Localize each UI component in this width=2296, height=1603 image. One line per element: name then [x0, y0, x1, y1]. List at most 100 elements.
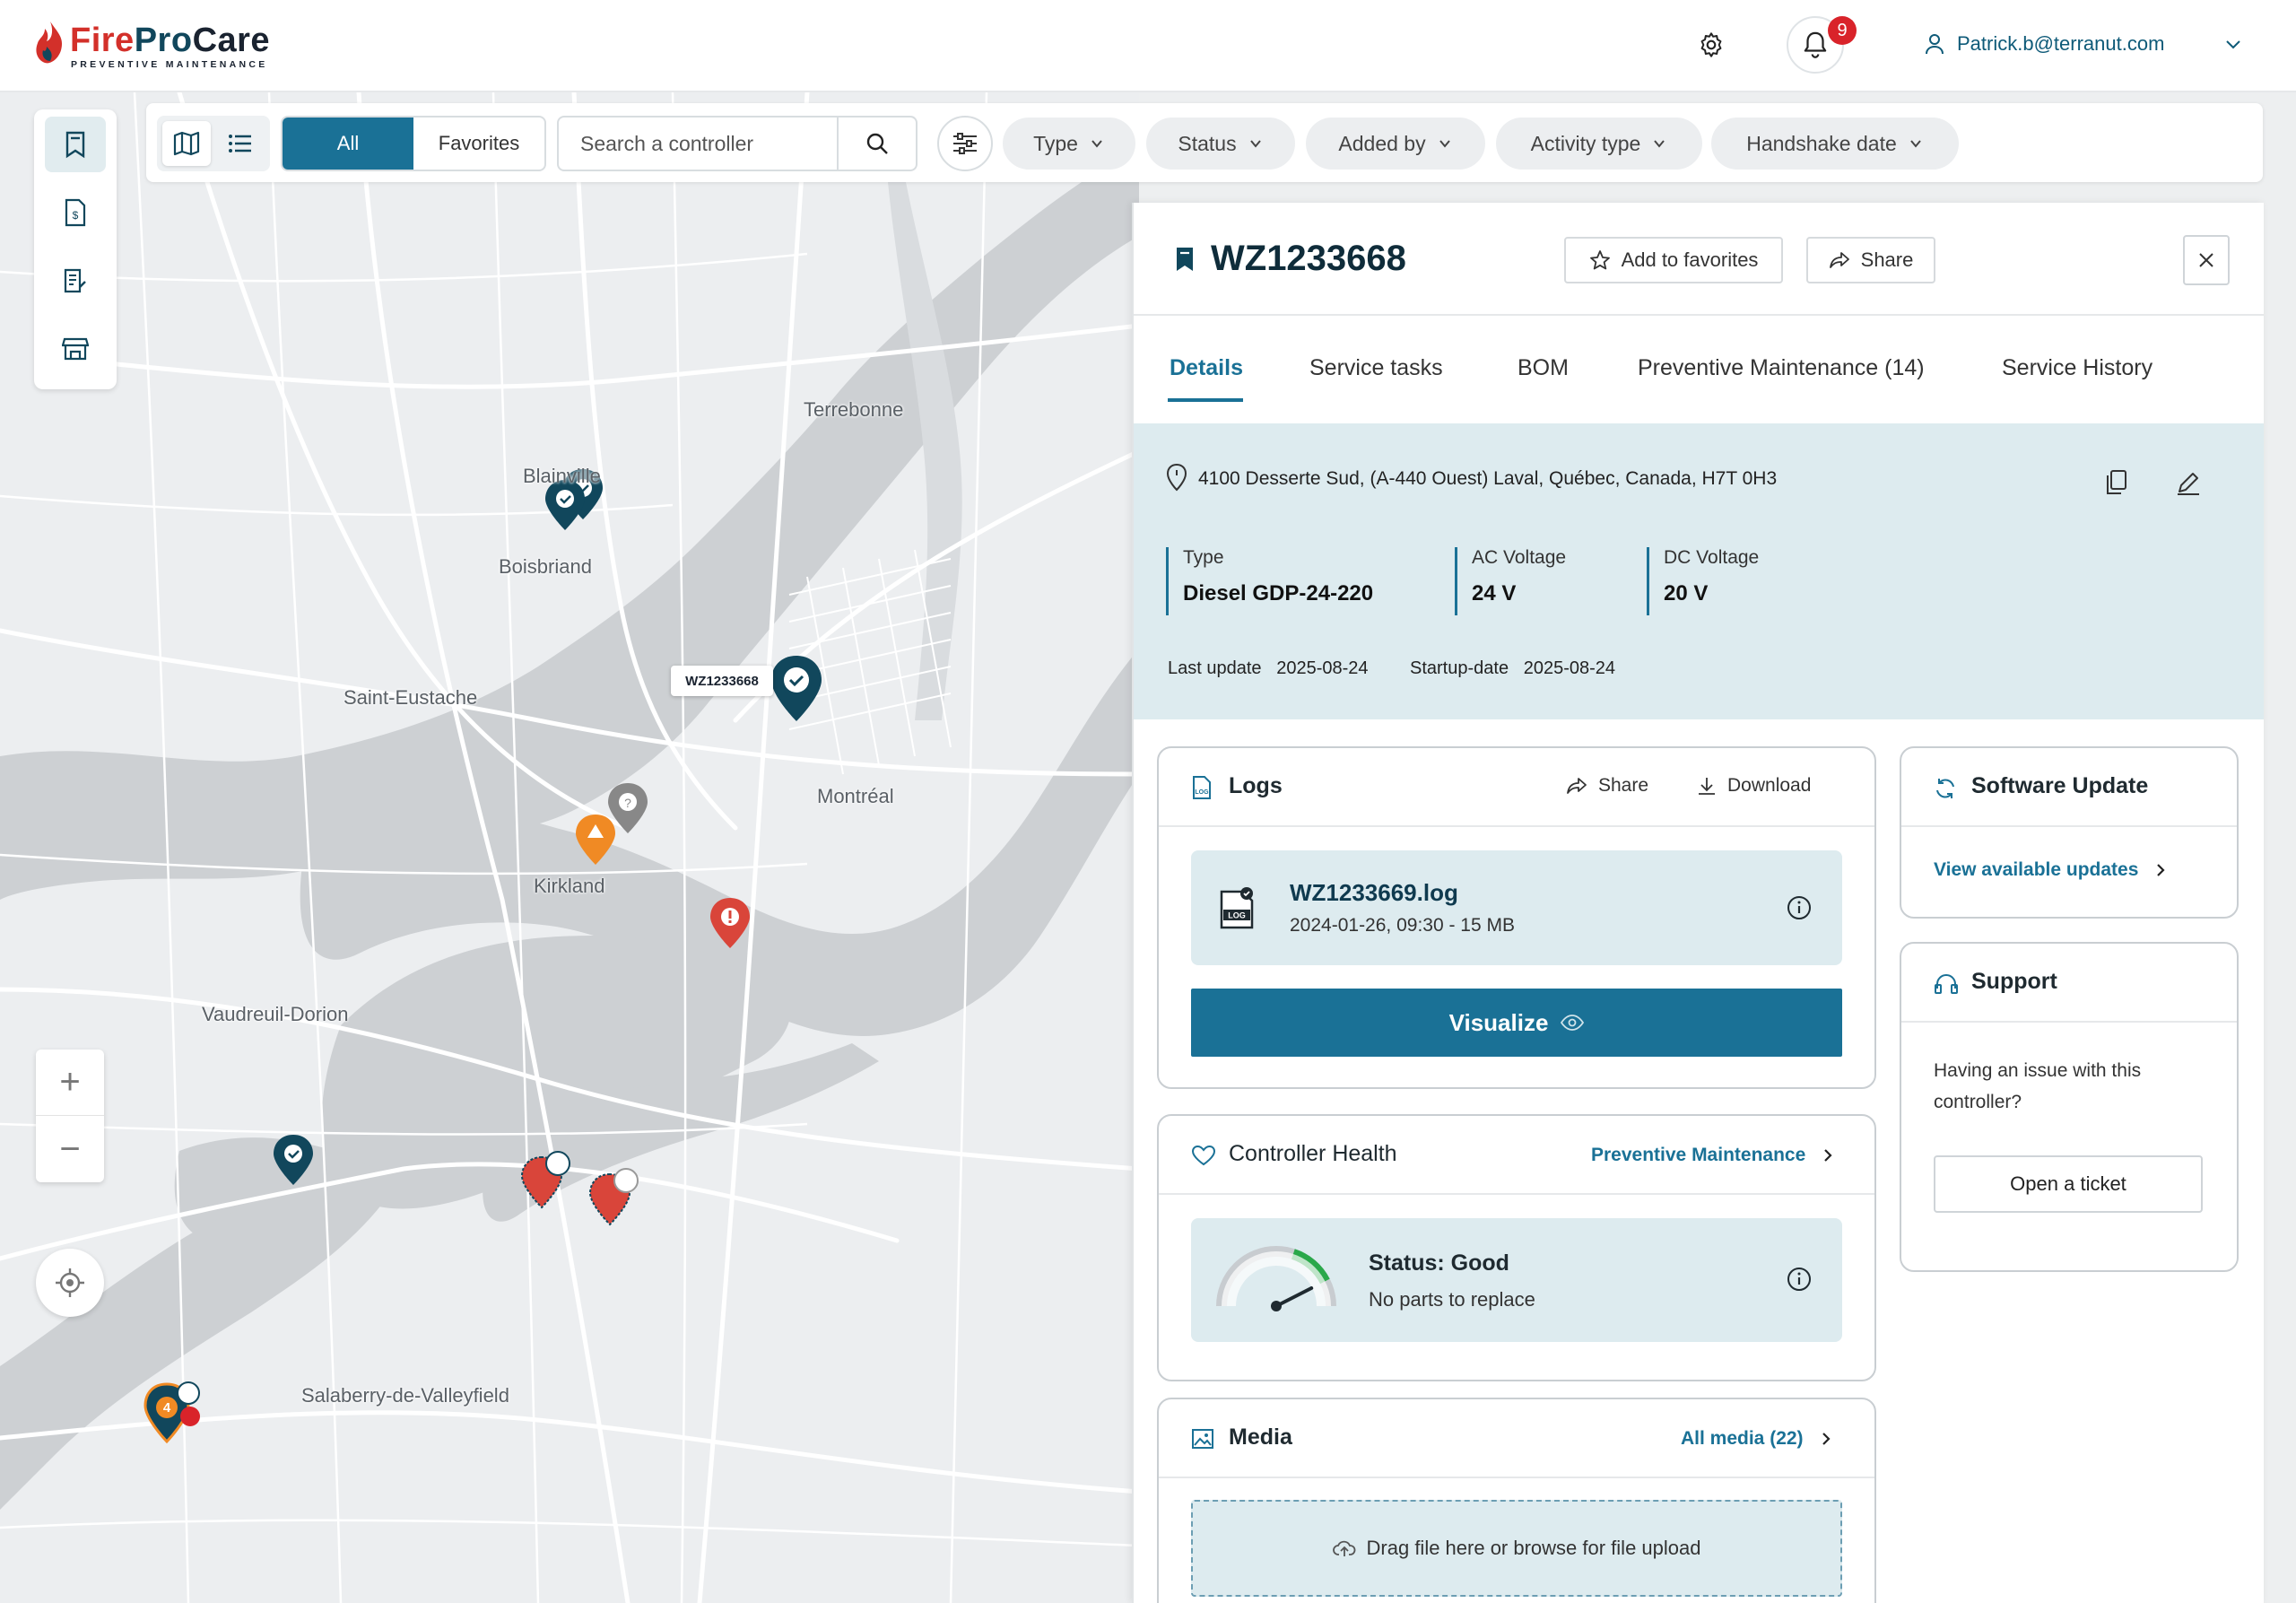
open-ticket-button[interactable]: Open a ticket — [1934, 1155, 2203, 1213]
support-card: Support Having an issue with this contro… — [1900, 942, 2239, 1272]
card-title: Media — [1229, 1424, 1292, 1450]
preventive-maintenance-link[interactable]: Preventive Maintenance — [1591, 1145, 1834, 1166]
filter-type[interactable]: Type — [1003, 118, 1135, 170]
controller-health-card: Controller Health Preventive Maintenance… — [1157, 1114, 1876, 1381]
controller-info-section: 4100 Desserte Sud, (A-440 Ouest) Laval, … — [1134, 423, 2264, 719]
user-menu[interactable]: Patrick.b@terranut.com — [1925, 32, 2164, 56]
spec-label: DC Voltage — [1664, 547, 1760, 568]
segment-all[interactable]: All — [283, 118, 413, 170]
meta-label: Startup-date — [1410, 658, 1509, 678]
sidebar-item-reports[interactable] — [45, 253, 106, 309]
tab-bom[interactable]: BOM — [1518, 355, 1569, 381]
download-icon — [1699, 778, 1715, 795]
log-file-icon: LOG — [1193, 776, 1211, 799]
headset-icon — [1935, 974, 1958, 994]
filter-handshake-date[interactable]: Handshake date — [1711, 118, 1959, 170]
list-view-button[interactable] — [216, 121, 265, 166]
chevron-down-icon[interactable] — [2222, 34, 2244, 56]
locate-me-button[interactable] — [36, 1249, 104, 1317]
svg-text:LOG: LOG — [1228, 911, 1246, 920]
card-header: Software Update — [1901, 748, 2237, 827]
download-logs-button[interactable]: Download — [1697, 775, 1811, 797]
controller-address: 4100 Desserte Sud, (A-440 Ouest) Laval, … — [1198, 468, 1778, 489]
card-title: Controller Health — [1229, 1141, 1397, 1166]
filter-label: Status — [1178, 131, 1237, 155]
segment-favorites[interactable]: Favorites — [413, 118, 544, 170]
startup-date: Startup-date 2025-08-24 — [1410, 658, 1615, 679]
button-label: Download — [1727, 775, 1812, 796]
log-file-item[interactable]: LOG WZ1233669.log 2024-01-26, 09:30 - 15… — [1191, 850, 1842, 965]
search-icon — [866, 133, 888, 154]
add-to-favorites-button[interactable]: Add to favorites — [1564, 237, 1783, 283]
controller-detail-panel: WZ1233668 Add to favorites Share Details… — [1132, 203, 2264, 1603]
spec-label: Type — [1183, 547, 1224, 568]
user-email: Patrick.b@terranut.com — [1957, 32, 2165, 55]
sidebar-item-controllers[interactable] — [45, 117, 106, 172]
software-update-card: Software Update View available updates — [1900, 746, 2239, 919]
location-pin-icon — [1166, 463, 1187, 492]
info-icon — [1787, 896, 1811, 919]
close-icon — [2199, 253, 2213, 267]
user-icon — [1926, 34, 1944, 55]
search-button[interactable] — [837, 118, 916, 170]
button-label: Share — [1598, 775, 1649, 796]
active-tab-indicator — [1168, 398, 1243, 402]
card-header: Support — [1901, 944, 2237, 1023]
all-media-link[interactable]: All media (22) — [1681, 1428, 1832, 1450]
chevron-right-icon — [1822, 1433, 1831, 1445]
filter-added-by[interactable]: Added by — [1306, 118, 1485, 170]
sidebar-item-invoices[interactable]: $ — [45, 185, 106, 240]
chevron-down-icon — [1249, 140, 1261, 148]
eye-icon — [1561, 1015, 1585, 1031]
map-view-button[interactable] — [162, 121, 211, 166]
bell-icon — [1804, 31, 1827, 58]
tab-preventive-maintenance[interactable]: Preventive Maintenance (14) — [1638, 355, 1925, 381]
log-info-button[interactable] — [1785, 893, 1813, 922]
visualize-button[interactable]: Visualize — [1191, 989, 1842, 1057]
meta-value: 2025-08-24 — [1523, 658, 1616, 678]
share-logs-button[interactable]: Share — [1566, 775, 1648, 797]
copy-address-button[interactable] — [2099, 465, 2135, 501]
share-controller-button[interactable]: Share — [1806, 237, 1935, 283]
city-label: Montréal — [817, 785, 894, 807]
zoom-control: + − — [36, 1050, 104, 1182]
selected-pin-label[interactable]: WZ1233668 — [671, 666, 773, 696]
tab-details[interactable]: Details — [1170, 355, 1243, 381]
settings-button[interactable] — [1693, 27, 1729, 63]
filter-status[interactable]: Status — [1146, 118, 1295, 170]
edit-controller-button[interactable] — [2170, 465, 2206, 501]
sidebar-item-store[interactable] — [45, 321, 106, 377]
panel-tabs: Details Service tasks BOM Preventive Mai… — [1134, 316, 2264, 423]
fireprocare-logo[interactable]: FireProCare PREVENTIVE MAINTENANCE — [34, 20, 303, 72]
close-panel-button[interactable] — [2183, 235, 2230, 285]
advanced-filters-button[interactable] — [937, 116, 993, 171]
search-input[interactable] — [559, 118, 837, 170]
logo-tagline: PREVENTIVE MAINTENANCE — [71, 59, 268, 70]
map-toolbar: All Favorites Type Status Added by Activ… — [146, 103, 2263, 182]
sliders-icon — [953, 133, 977, 154]
spec-value: Diesel GDP-24-220 — [1183, 581, 1374, 605]
meta-value: 2025-08-24 — [1276, 658, 1369, 678]
filter-activity-type[interactable]: Activity type — [1496, 118, 1702, 170]
view-updates-link[interactable]: View available updates — [1934, 859, 2167, 881]
card-header: LOG Logs Share Download — [1159, 748, 1874, 827]
health-substatus: No parts to replace — [1369, 1288, 1535, 1311]
button-label: Visualize — [1448, 1008, 1549, 1036]
share-arrow-icon — [1829, 252, 1849, 268]
health-info-button[interactable] — [1785, 1265, 1813, 1294]
card-title: Software Update — [1971, 773, 2149, 798]
card-header: Controller Health Preventive Maintenance — [1159, 1116, 1874, 1195]
button-label: Share — [1860, 248, 1914, 271]
file-upload-dropzone[interactable]: Drag file here or browse for file upload — [1191, 1500, 1842, 1597]
image-icon — [1192, 1429, 1213, 1449]
map-icon — [173, 131, 200, 156]
zoom-out-button[interactable]: − — [36, 1116, 104, 1182]
tab-service-tasks[interactable]: Service tasks — [1309, 355, 1443, 381]
chevron-down-icon — [1654, 140, 1665, 148]
share-arrow-icon — [1567, 778, 1587, 794]
city-label: Vaudreuil-Dorion — [202, 1003, 349, 1025]
cluster-count: 4 — [163, 1400, 171, 1416]
zoom-in-button[interactable]: + — [36, 1050, 104, 1116]
tab-service-history[interactable]: Service History — [2002, 355, 2152, 381]
health-gauge — [1216, 1246, 1336, 1311]
